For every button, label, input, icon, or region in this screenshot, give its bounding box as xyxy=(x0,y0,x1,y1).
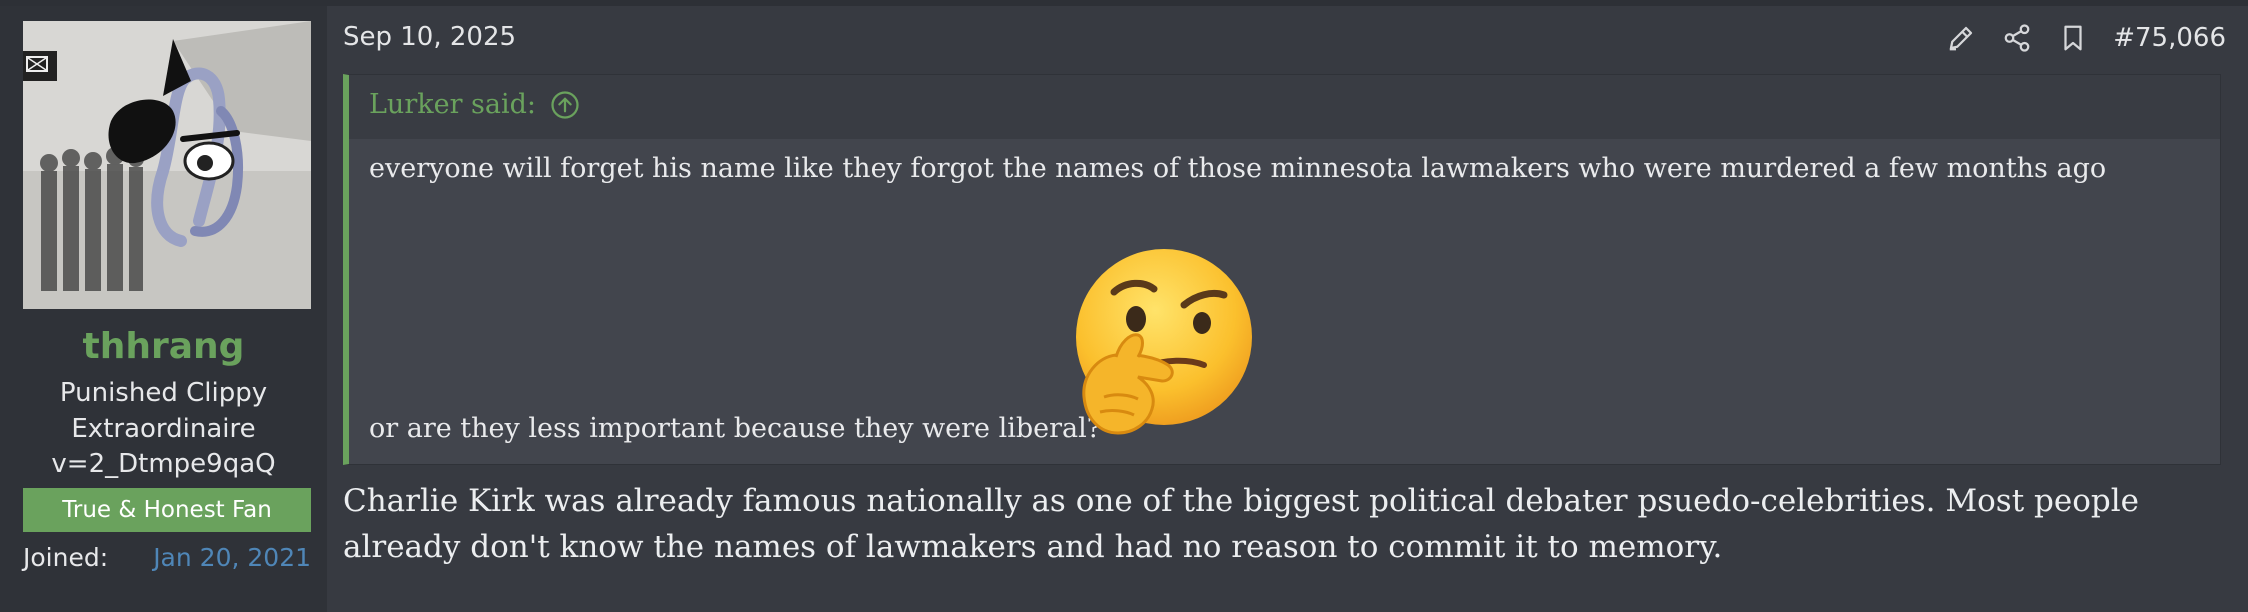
edit-icon[interactable] xyxy=(1943,20,1979,56)
user-sidebar: thhrang Punished Clippy Extraordinaire v… xyxy=(0,6,327,612)
jump-to-quote-icon[interactable] xyxy=(550,90,580,120)
post-date[interactable]: Sep 10, 2025 xyxy=(343,22,516,52)
post-number[interactable]: #75,066 xyxy=(2113,23,2226,53)
joined-label: Joined: xyxy=(23,543,109,572)
bookmark-icon[interactable] xyxy=(2055,20,2091,56)
quote-text: or are they less important because they … xyxy=(369,413,1102,444)
quote-text: everyone will forget his name like they … xyxy=(369,153,2107,184)
user-title-line: v=2_Dtmpe9qaQ xyxy=(51,449,276,479)
user-banner: True & Honest Fan xyxy=(23,488,311,532)
quote-author[interactable]: Lurker said: xyxy=(369,89,536,120)
share-icon[interactable] xyxy=(1999,20,2035,56)
joined-date: Jan 20, 2021 xyxy=(153,543,311,572)
quote-attribution[interactable]: Lurker said: xyxy=(369,89,580,120)
quote-block: Lurker said: everyone will forget his na… xyxy=(343,74,2221,465)
post-actions: #75,066 xyxy=(1943,16,2226,60)
post-body: Charlie Kirk was already famous national… xyxy=(343,483,2139,565)
thinking-face-emoji xyxy=(1064,247,1254,437)
user-title-line: Punished Clippy xyxy=(59,378,268,408)
avatar-image xyxy=(23,21,311,309)
avatar[interactable] xyxy=(23,21,311,309)
username[interactable]: thhrang xyxy=(0,326,327,367)
user-title-line: Extraordinaire xyxy=(71,414,256,444)
quote-header xyxy=(349,75,2220,139)
top-border xyxy=(0,0,2248,6)
